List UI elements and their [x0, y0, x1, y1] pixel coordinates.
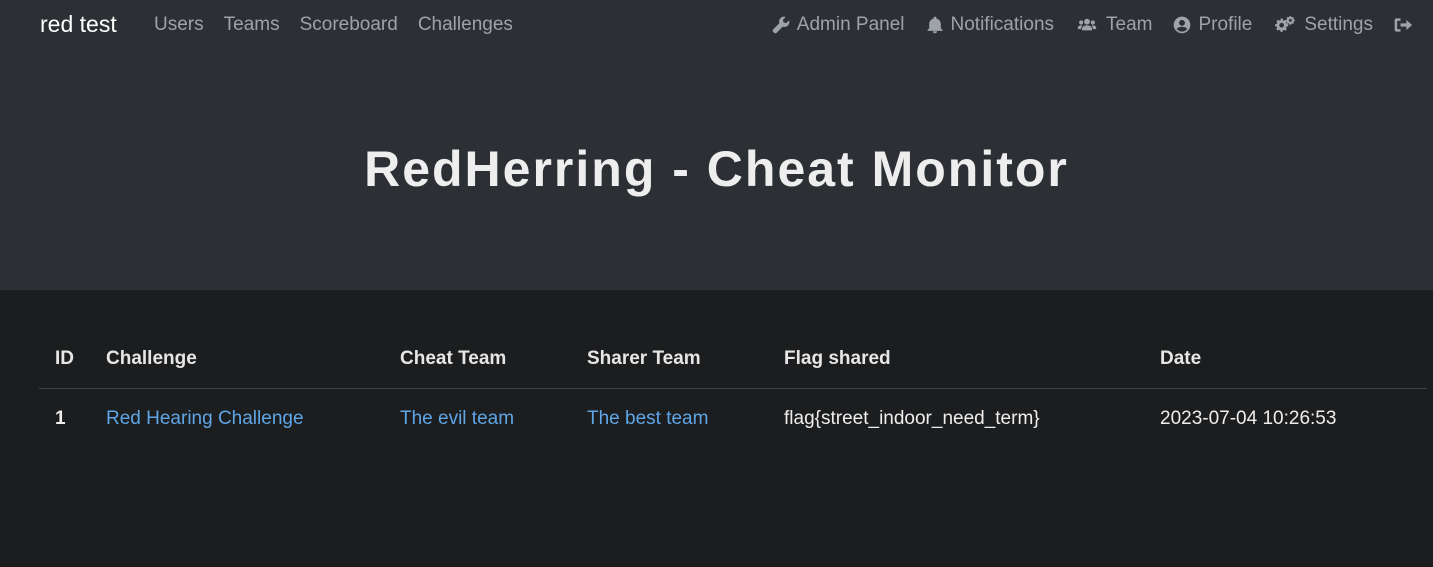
navbar: red test Users Teams Scoreboard Challeng… — [0, 0, 1433, 52]
nav-users[interactable]: Users — [154, 14, 204, 36]
col-header-sharer-team: Sharer Team — [587, 336, 784, 389]
nav-notifications-label: Notifications — [950, 14, 1055, 35]
col-header-flag-shared: Flag shared — [784, 336, 1160, 389]
cheat-team-link[interactable]: The evil team — [400, 408, 514, 429]
table-row: 1 Red Hearing Challenge The evil team Th… — [39, 389, 1427, 449]
col-header-date: Date — [1160, 336, 1427, 389]
cheat-monitor-table: ID Challenge Cheat Team Sharer Team Flag… — [39, 336, 1427, 448]
nav-profile-label: Profile — [1198, 14, 1253, 35]
cell-sharer-team: The best team — [587, 389, 784, 449]
cell-id: 1 — [55, 408, 66, 429]
nav-admin-panel-label: Admin Panel — [796, 14, 905, 35]
user-circle-icon — [1174, 16, 1191, 34]
table-header-row: ID Challenge Cheat Team Sharer Team Flag… — [39, 336, 1427, 389]
col-header-challenge: Challenge — [106, 336, 400, 389]
nav-profile[interactable]: Profile — [1172, 14, 1252, 36]
cell-date: 2023-07-04 10:26:53 — [1160, 408, 1337, 429]
challenge-link[interactable]: Red Hearing Challenge — [106, 408, 304, 429]
sign-out-icon — [1394, 18, 1413, 32]
nav-right: Admin Panel Notifications Team Profile S… — [771, 14, 1413, 36]
nav-logout[interactable] — [1393, 15, 1413, 35]
nav-settings-label: Settings — [1304, 14, 1373, 35]
bell-icon — [927, 16, 943, 34]
nav-settings[interactable]: Settings — [1272, 14, 1373, 36]
wrench-icon — [772, 16, 790, 34]
nav-left: Users Teams Scoreboard Challenges — [154, 14, 513, 36]
cheat-monitor-table-container: ID Challenge Cheat Team Sharer Team Flag… — [39, 336, 1427, 448]
nav-teams[interactable]: Teams — [224, 14, 280, 36]
nav-admin-panel[interactable]: Admin Panel — [771, 14, 905, 36]
cell-cheat-team: The evil team — [400, 389, 587, 449]
nav-team[interactable]: Team — [1074, 14, 1152, 36]
users-icon — [1077, 18, 1097, 31]
nav-scoreboard[interactable]: Scoreboard — [300, 14, 398, 36]
header-section: red test Users Teams Scoreboard Challeng… — [0, 0, 1433, 290]
nav-challenges[interactable]: Challenges — [418, 14, 513, 36]
cell-challenge: Red Hearing Challenge — [106, 389, 400, 449]
col-header-id: ID — [39, 336, 106, 389]
cell-flag: flag{street_indoor_need_term} — [784, 408, 1040, 429]
sharer-team-link[interactable]: The best team — [587, 408, 708, 429]
cogs-icon — [1275, 15, 1296, 33]
brand-link[interactable]: red test — [40, 11, 117, 38]
page-title: RedHerring - Cheat Monitor — [364, 141, 1069, 197]
col-header-cheat-team: Cheat Team — [400, 336, 587, 389]
nav-notifications[interactable]: Notifications — [925, 14, 1055, 36]
nav-team-label: Team — [1106, 14, 1153, 35]
